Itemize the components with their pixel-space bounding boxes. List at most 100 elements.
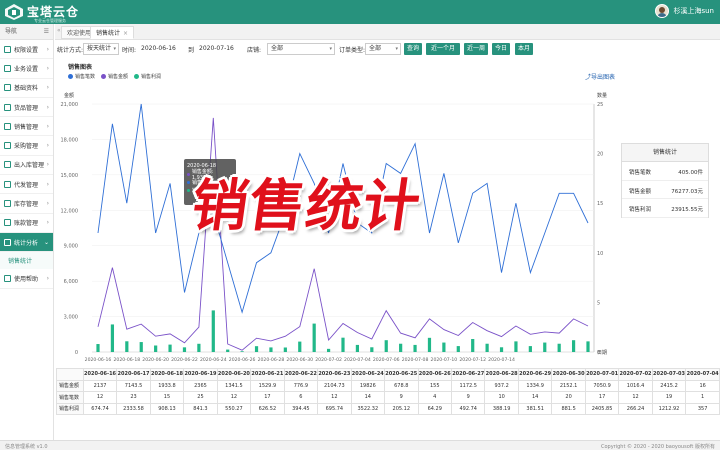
profit-bar	[283, 347, 287, 352]
table-header: 2020-06-29	[517, 368, 553, 381]
table-row: 销售利润 674.74 2333.58 908.13 841.3 550.27 626.52…	[56, 402, 720, 415]
sidebar-item-label: 代发管理	[14, 181, 39, 189]
sidebar-item-label: 使用帮助	[14, 275, 39, 283]
table-header: 2020-06-20	[216, 368, 252, 381]
sidebar-subitem-sales-stats[interactable]: 销售统计	[0, 252, 53, 270]
avatar[interactable]	[655, 4, 670, 18]
sidebar-item-7[interactable]: 代发管理 ›	[0, 175, 53, 195]
date-from-input[interactable]: 2020-06-16	[141, 45, 176, 52]
table-cell: 10	[484, 391, 519, 404]
table-cell: 357	[685, 402, 720, 415]
sidebar-item-4[interactable]: 销售管理 ›	[0, 117, 53, 137]
profit-bar	[384, 340, 388, 352]
close-icon[interactable]: ×	[123, 30, 128, 37]
table-header: 2020-07-02	[618, 368, 653, 381]
table-cell: 2405.85	[584, 402, 620, 415]
profit-bar	[168, 344, 172, 352]
table-cell: 6	[283, 391, 319, 404]
table-cell: 674.74	[82, 402, 118, 415]
profit-bar	[211, 310, 215, 352]
table-cell: 2152.1	[551, 379, 586, 392]
folder-icon	[4, 84, 11, 92]
legend-item[interactable]: 销售利润	[134, 73, 161, 80]
filter-bar: 统计方式: 按天统计 ▾ 时间: 2020-06-16 到 2020-07-16 …	[55, 41, 720, 57]
legend-label: 销售利润	[141, 74, 162, 80]
profit-bar	[341, 337, 345, 352]
last-month-button[interactable]: 近一个月	[426, 43, 460, 55]
chevron-right-icon: ›	[46, 64, 49, 72]
sidebar-item-6[interactable]: 出入库管理 ›	[0, 156, 53, 176]
sidebar-item-11[interactable]: 使用帮助 ›	[0, 269, 53, 289]
sidebar-item-0[interactable]: 权限设置 ›	[0, 40, 53, 60]
x-tick-label: 2020-06-30	[286, 357, 313, 363]
sidebar-item-1[interactable]: 业务设置 ›	[0, 59, 53, 79]
logo[interactable]: 宝塔云仓 专业云仓管理服务	[4, 3, 80, 23]
today-button[interactable]: 今日	[492, 43, 510, 55]
table-header: 2020-06-22	[283, 368, 319, 381]
x-tick-label: 2020-07-08	[402, 357, 429, 363]
app-name: 宝塔云仓	[27, 5, 80, 19]
sidebar-item-label: 基础资料	[14, 85, 39, 93]
table-cell: 15	[149, 391, 185, 404]
order-type-value: 全部	[369, 45, 382, 52]
profit-bar	[226, 349, 230, 352]
y-tick-label: 0	[75, 350, 78, 356]
sidebar-item-2[interactable]: 基础资料 ›	[0, 79, 53, 98]
table-cell: 550.27	[216, 402, 252, 415]
table-cell: 12	[317, 391, 352, 404]
table-cell: 2333.58	[116, 402, 151, 415]
sidebar-item-9[interactable]: 账款管理 ›	[0, 214, 53, 233]
profit-bar	[499, 347, 504, 352]
collapse-icon[interactable]: ☰	[44, 24, 49, 40]
user-menu[interactable]: 杉溪上海sun	[655, 4, 714, 18]
profit-dot	[187, 188, 190, 192]
money-icon	[4, 219, 11, 227]
table-header: 2020-06-26	[417, 368, 452, 381]
summary-row: 销售金额 76277.03元	[622, 181, 708, 199]
summary-title: 销售统计	[622, 144, 708, 162]
profit-bar	[571, 340, 576, 352]
table-header: 2020-07-04	[685, 368, 720, 381]
profit-bar	[413, 344, 417, 352]
sidebar-item-8[interactable]: 库存管理 ›	[0, 194, 53, 214]
sidebar-item-5[interactable]: 采购管理 ›	[0, 136, 53, 156]
profit-bar	[456, 346, 460, 352]
tab-sales-stats[interactable]: 销售统计 ×	[90, 26, 135, 39]
query-button[interactable]: 查询	[404, 43, 422, 55]
last-week-button[interactable]: 近一周	[464, 43, 488, 55]
legend-item[interactable]: 销售笔数	[68, 73, 95, 80]
sidebar-item-label: 采购管理	[14, 143, 39, 151]
date-to-input[interactable]: 2020-07-16	[199, 45, 234, 52]
profit-bar	[197, 343, 201, 352]
table-cell: 492.74	[450, 402, 486, 415]
help-icon	[4, 274, 11, 282]
row-header: 销售金额	[56, 379, 84, 392]
method-select[interactable]: 按天统计 ▾	[83, 43, 119, 55]
sidebar-item-label: 货品管理	[14, 104, 39, 112]
sidebar-item-3[interactable]: 货品管理 ›	[0, 98, 53, 118]
sidebar-item-10[interactable]: 统计分析 ⌄	[0, 232, 53, 253]
table-header: 2020-06-19	[183, 368, 218, 381]
row-header: 销售笔数	[56, 391, 84, 404]
order-type-select[interactable]: 全部 ▾	[365, 43, 401, 55]
user-name[interactable]: 杉溪上海sun	[673, 6, 714, 16]
table-header: 2020-06-17	[116, 368, 151, 381]
export-chart-button[interactable]: ⤴导出图表	[585, 72, 615, 81]
table-header: 2020-06-27	[450, 368, 486, 381]
table-cell: 17	[584, 391, 620, 404]
profit-bar	[269, 347, 273, 352]
box-icon	[4, 103, 11, 111]
x-tick-label: 2020-06-28	[258, 357, 285, 363]
profit-bar	[326, 348, 331, 352]
x-tick-label: 2020-06-20	[142, 357, 169, 363]
count-dot	[187, 180, 190, 184]
table-cell: 1529.9	[250, 379, 285, 392]
this-month-button[interactable]: 本月	[515, 43, 533, 55]
table-cell: 2415.2	[651, 379, 687, 392]
profit-bar	[427, 337, 432, 352]
table-header: 2020-06-25	[384, 368, 419, 381]
x-tick-label: 2020-07-14	[488, 357, 515, 363]
shop-select[interactable]: 全部 ▾	[267, 43, 335, 55]
legend-item[interactable]: 销售金额	[101, 73, 128, 80]
table-header: 2020-06-30	[551, 368, 586, 381]
